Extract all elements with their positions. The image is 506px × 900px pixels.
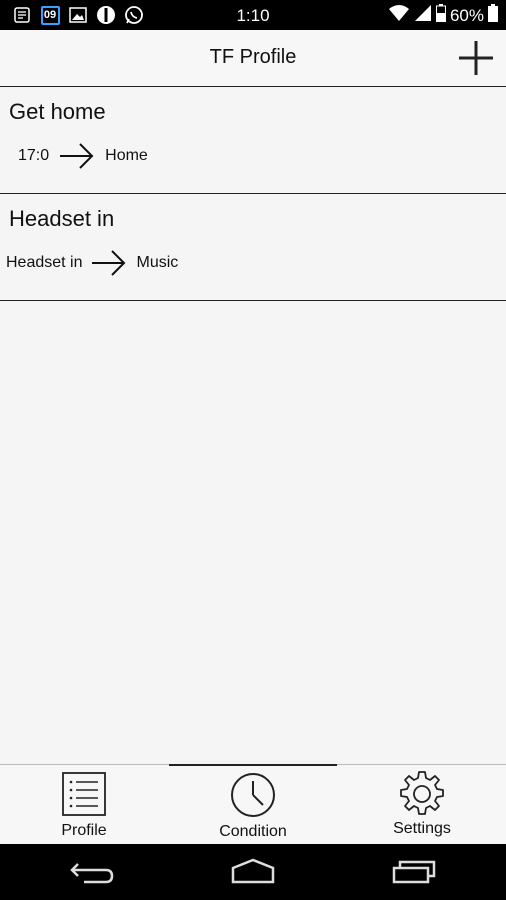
arrow-right-icon	[91, 250, 125, 276]
home-icon	[231, 858, 275, 884]
profile-title: Headset in	[9, 206, 115, 231]
page-title: TF Profile	[209, 46, 297, 68]
tab-profile[interactable]: Profile	[0, 765, 168, 845]
back-button[interactable]	[64, 856, 124, 888]
tab-label: Settings	[393, 820, 451, 837]
status-bar: 09 1:10 60%	[0, 0, 506, 30]
add-profile-button[interactable]	[456, 38, 496, 78]
condition-label: Headset in	[6, 254, 83, 271]
tab-settings[interactable]: Settings	[338, 765, 506, 845]
profile-title: Get home	[9, 99, 106, 124]
signal-icon	[414, 4, 432, 27]
battery-icon	[435, 4, 446, 27]
system-indicators: 60%	[388, 4, 498, 27]
tab-label: Profile	[61, 822, 107, 839]
system-nav-bar	[0, 844, 506, 900]
profile-item-headset-in[interactable]: Headset in Headset in Music	[0, 194, 506, 301]
profile-list: Get home 17:0 Home Headset in Headset in…	[0, 87, 506, 301]
clock-icon	[231, 773, 275, 817]
battery-percent: 60%	[449, 5, 484, 25]
condition-label: 17:0	[18, 147, 50, 164]
tab-condition[interactable]: Condition	[169, 764, 337, 846]
action-label: Music	[136, 254, 179, 271]
profile-rule: 17:0 Home	[18, 143, 148, 169]
bottom-tab-bar: Profile Condition Settings	[0, 764, 506, 845]
wifi-icon	[388, 4, 410, 27]
list-icon	[62, 772, 106, 816]
home-button[interactable]	[223, 856, 283, 888]
arrow-right-icon	[60, 143, 94, 169]
profile-item-get-home[interactable]: Get home 17:0 Home	[0, 87, 506, 194]
plus-icon	[459, 41, 493, 75]
battery-full-icon	[488, 4, 498, 27]
action-label: Home	[105, 147, 148, 164]
app-bar: TF Profile	[0, 30, 506, 87]
gear-icon	[400, 771, 444, 815]
back-icon	[70, 863, 114, 884]
recents-icon	[392, 860, 436, 884]
recents-button[interactable]	[384, 856, 444, 888]
profile-rule: Headset in Music	[6, 250, 178, 276]
tab-label: Condition	[219, 823, 287, 840]
